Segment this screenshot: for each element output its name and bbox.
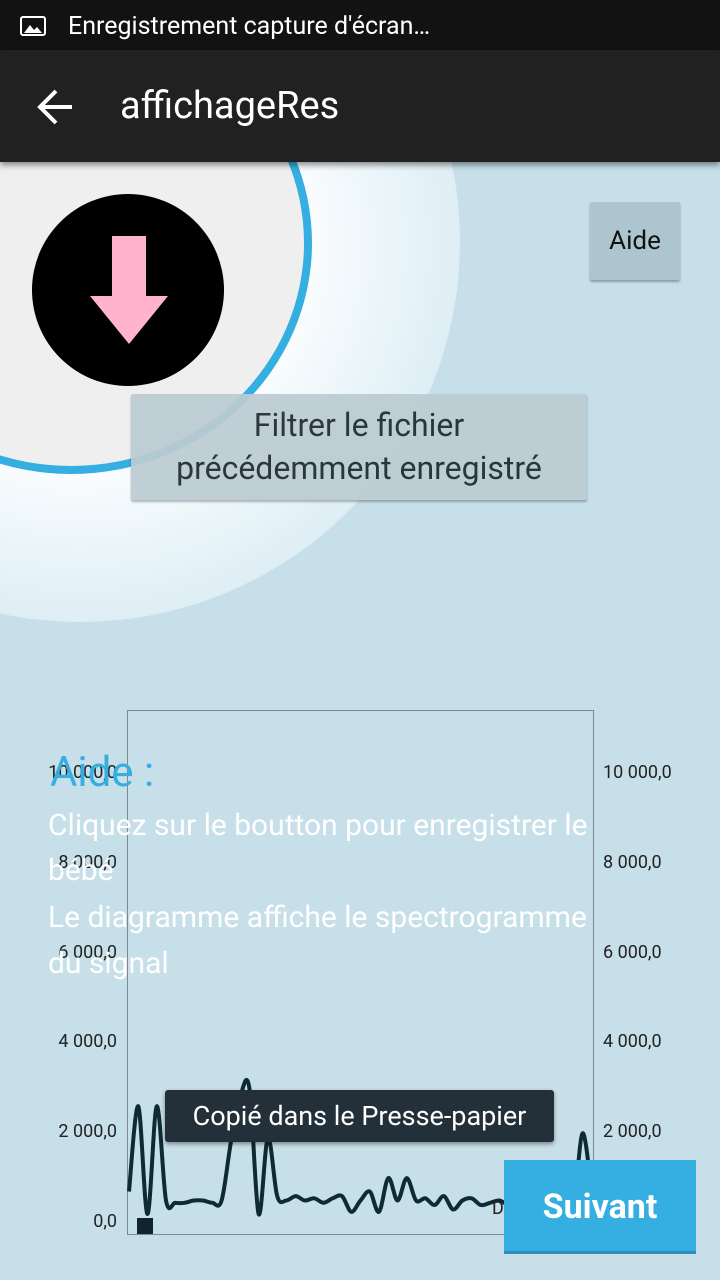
image-icon	[20, 16, 46, 36]
action-bar: affichageRes	[0, 50, 720, 162]
help-text-line3: Le diagramme affiche le spectrogramme	[48, 900, 587, 935]
back-button[interactable]	[26, 80, 86, 134]
status-bar: Enregistrement capture d'écran…	[0, 0, 720, 50]
arrow-back-icon	[37, 89, 72, 125]
help-text-line2: bébé	[48, 853, 114, 888]
legend-label: D	[492, 1198, 504, 1219]
page-title: affichageRes	[120, 84, 340, 128]
legend-marker	[137, 1218, 153, 1234]
toast-message: Copié dans le Presse-papier	[165, 1090, 554, 1142]
status-notification-text: Enregistrement capture d'écran…	[68, 12, 431, 41]
content-area: Aide Filtrer le fichier précédemment enr…	[0, 162, 720, 1280]
help-text-line1: Cliquez sur le boutton pour enregistrer …	[48, 808, 588, 843]
help-text-line4: du signal	[48, 946, 169, 981]
next-button[interactable]: Suivant	[504, 1160, 696, 1254]
help-title: Aide :	[50, 748, 155, 797]
